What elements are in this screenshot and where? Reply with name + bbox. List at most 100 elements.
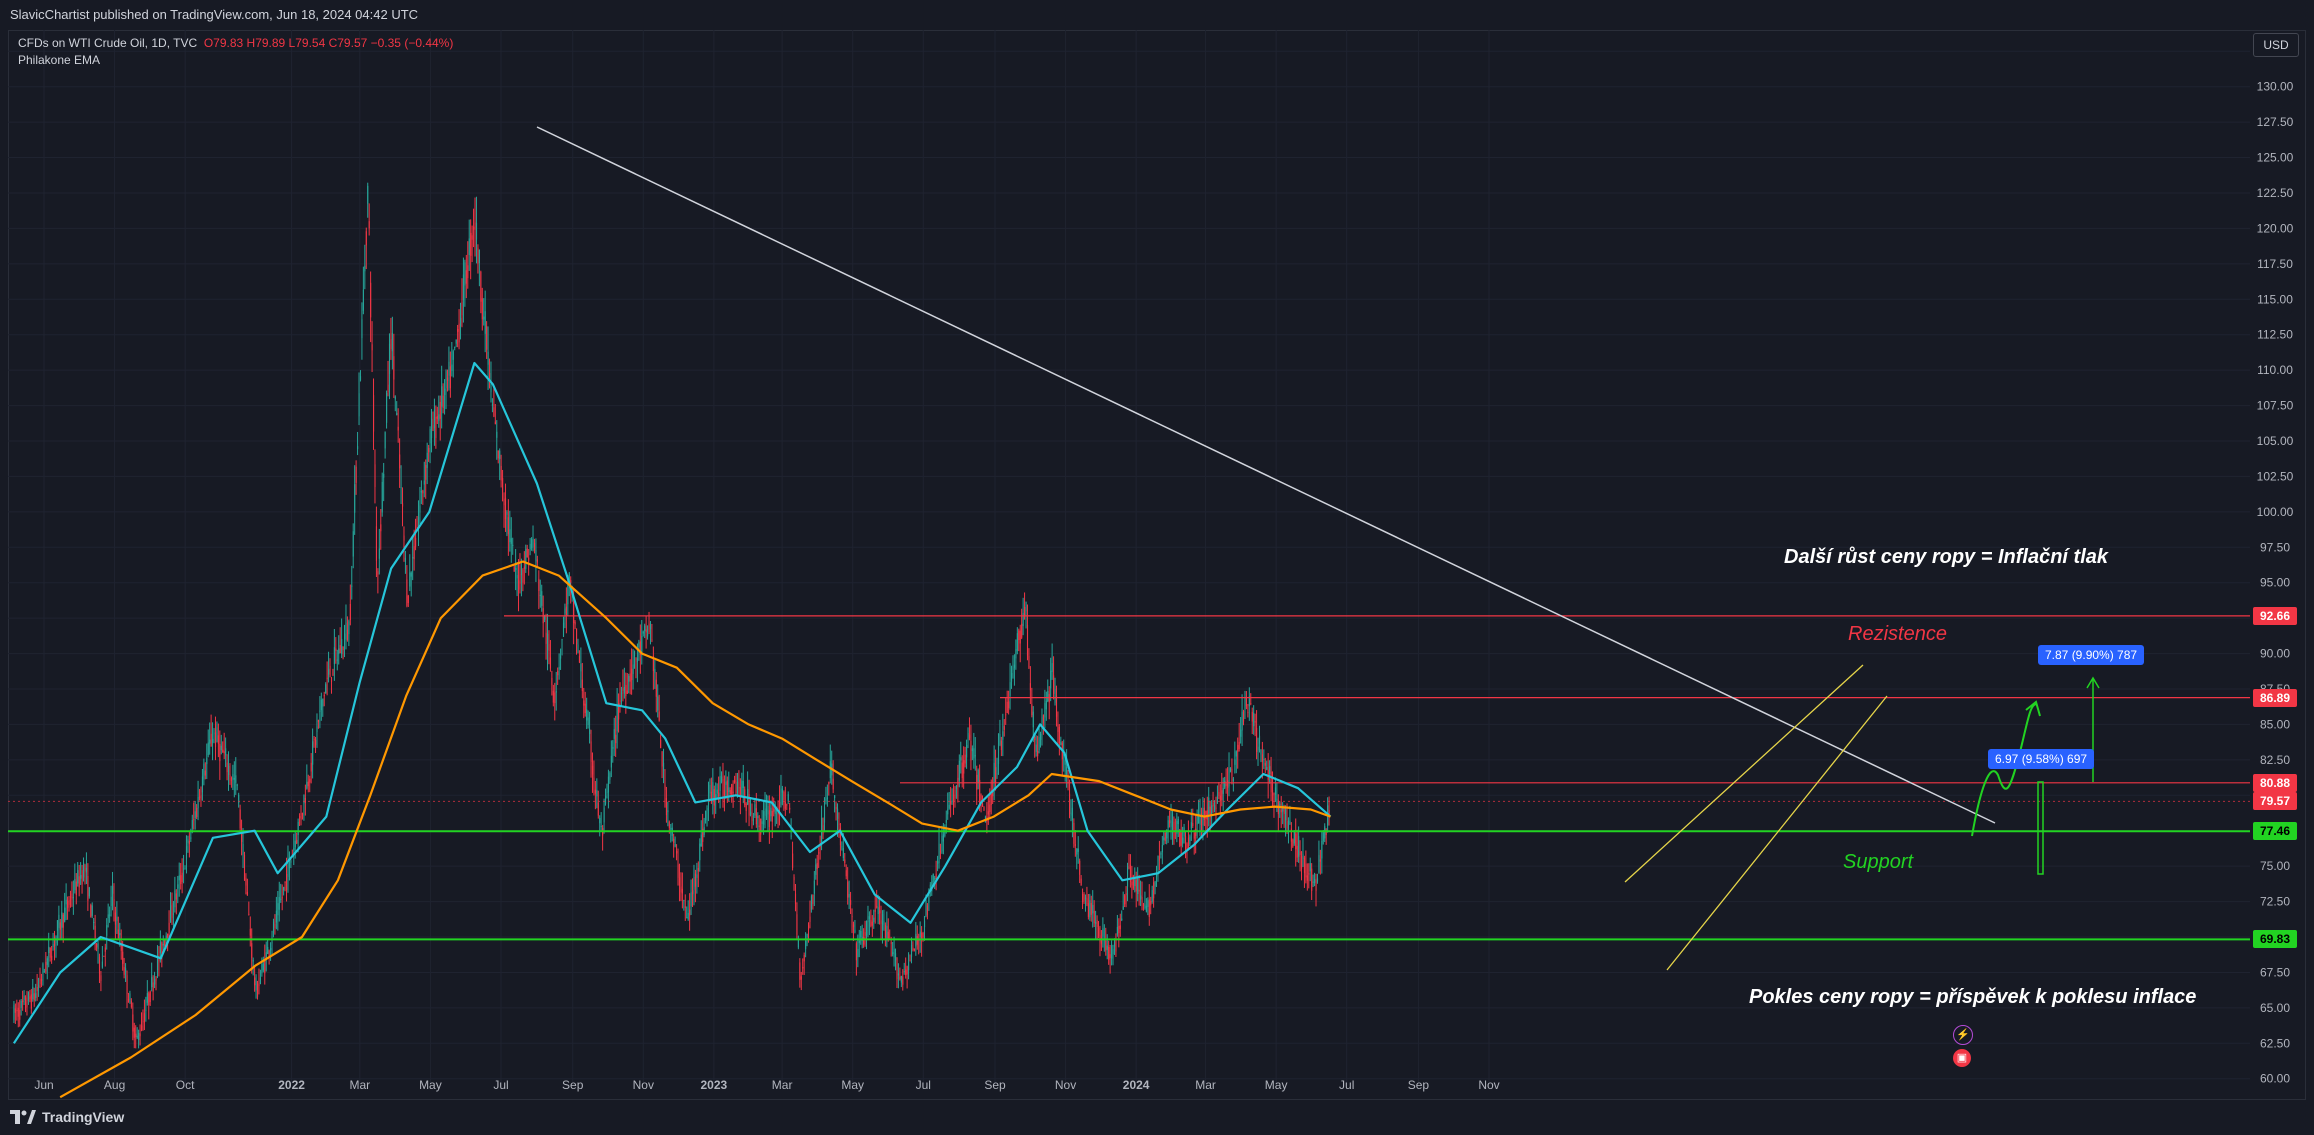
candle-body — [1050, 670, 1052, 689]
candle-body — [713, 789, 715, 806]
candle-body — [876, 906, 878, 908]
candle-body — [300, 812, 302, 820]
candle-body — [422, 490, 424, 494]
candle-body — [1221, 790, 1223, 801]
projection-arrow-head — [2025, 700, 2041, 717]
candle-body — [441, 386, 443, 407]
candle-body — [518, 580, 520, 590]
candle-body — [330, 677, 333, 682]
candle-body — [1147, 900, 1149, 907]
indicator-label[interactable]: Philakone EMA — [18, 52, 453, 69]
candle-body — [868, 916, 871, 919]
candle-body — [1090, 903, 1092, 915]
candle-body — [736, 781, 739, 794]
candle-body — [1224, 780, 1226, 788]
measure-box-bottom — [2037, 781, 2044, 875]
candle-body — [283, 886, 285, 891]
candle-body — [1177, 819, 1179, 825]
y-tick-label: 120.00 — [2257, 221, 2294, 235]
candle-body — [261, 964, 263, 974]
candle-body — [596, 790, 598, 797]
candle-body — [780, 788, 782, 805]
candle-body — [155, 977, 157, 981]
candle-body — [877, 907, 879, 914]
measure-label-top[interactable]: 7.87 (9.90%) 787 — [2038, 645, 2145, 665]
candle-body — [1305, 863, 1307, 878]
candle-body — [470, 232, 472, 256]
candle-body — [270, 947, 272, 951]
candle-body — [1153, 882, 1155, 899]
candle-body — [587, 717, 589, 725]
candle-body — [574, 622, 576, 625]
candle-body — [404, 557, 407, 563]
candle-body — [1270, 771, 1272, 793]
brand-label: TradingView — [42, 1109, 125, 1125]
candle-body — [35, 993, 37, 998]
candle-body — [583, 700, 585, 706]
candle-body — [535, 550, 537, 562]
candle-body — [175, 893, 177, 900]
candle-body — [375, 526, 378, 561]
candle-body — [1112, 949, 1114, 954]
candle-body — [813, 880, 815, 894]
candle-body — [1245, 697, 1248, 707]
price-label: 69.83 — [2253, 930, 2297, 949]
candle-body — [893, 948, 895, 958]
candle-body — [1240, 729, 1242, 737]
candle-body — [1040, 734, 1042, 740]
candle-body — [900, 975, 902, 983]
candle-body — [1251, 711, 1253, 722]
candle-body — [512, 544, 514, 546]
candle-body — [1150, 901, 1152, 906]
candle-body — [110, 896, 112, 907]
candle-body — [233, 777, 235, 780]
candle-body — [1122, 906, 1124, 910]
candle-body — [297, 821, 299, 836]
candle-body — [674, 844, 676, 847]
candle-body — [1119, 925, 1121, 929]
candle-body — [1302, 854, 1304, 859]
candle-body — [1164, 832, 1166, 841]
candle-body — [649, 623, 652, 630]
candle-body — [718, 792, 720, 797]
flag-event-icon[interactable]: ▣ — [1953, 1049, 1971, 1067]
candle-body — [367, 185, 369, 204]
candle-body — [799, 962, 801, 980]
candle-body — [1113, 942, 1116, 947]
candle-body — [313, 738, 315, 741]
x-tick-label: Jul — [493, 1078, 508, 1092]
ohlc-values: O79.83 H79.89 L79.54 C79.57 −0.35 (−0.44… — [203, 36, 454, 50]
candle-body — [1003, 726, 1005, 730]
candle-body — [841, 846, 843, 848]
candle-body — [475, 222, 478, 240]
candle-body — [306, 781, 308, 789]
candle-body — [663, 762, 665, 771]
candle-body — [1208, 797, 1210, 814]
lightning-icon[interactable]: ⚡ — [1953, 1025, 1973, 1045]
candle-body — [193, 819, 195, 821]
candle-body — [1105, 940, 1107, 951]
candle-body — [36, 987, 38, 992]
candle-body — [1234, 759, 1236, 765]
candle-body — [1232, 778, 1234, 781]
candle-body — [600, 826, 602, 828]
measure-label-bottom[interactable]: 6.97 (9.58%) 697 — [1988, 749, 2095, 769]
candle-body — [963, 760, 965, 774]
candle-body — [432, 425, 434, 431]
candle-body — [506, 512, 508, 515]
candle-body — [109, 914, 111, 916]
candle-body — [693, 876, 695, 890]
candle-body — [522, 569, 524, 583]
candle-body — [1141, 896, 1143, 903]
candle-body — [1205, 810, 1207, 820]
candle-body — [810, 896, 813, 910]
candle-body — [136, 1035, 138, 1038]
candle-body — [993, 762, 995, 783]
candle-body — [113, 899, 115, 906]
candle-body — [1158, 856, 1161, 861]
annotation-resistance: Rezistence — [1848, 623, 1947, 645]
candle-body — [325, 684, 327, 694]
candle-body — [987, 811, 989, 815]
tradingview-logo[interactable]: TradingView — [10, 1109, 124, 1125]
currency-button[interactable]: USD — [2253, 33, 2299, 57]
